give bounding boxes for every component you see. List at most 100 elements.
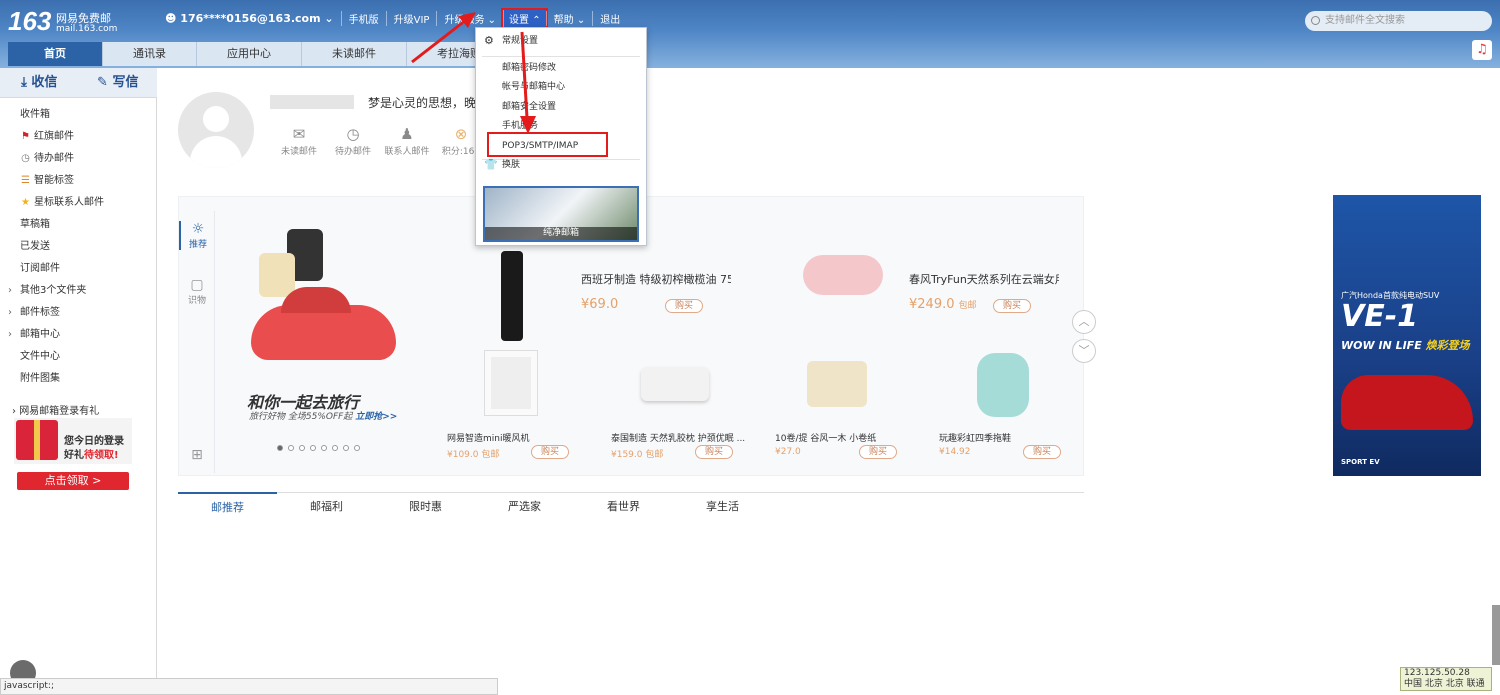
folder-mail-center[interactable]: › 邮箱中心 (0, 324, 157, 346)
stat-contacts[interactable]: ♟ 联系人邮件 (380, 124, 434, 157)
settings-menu[interactable]: 设置 ⌃ (501, 7, 548, 29)
menu-account-center[interactable]: 帐号与邮箱中心 (476, 78, 646, 96)
folder-mail-tags[interactable]: › 邮件标签 (0, 302, 157, 324)
chevron-right-icon: › (8, 285, 12, 296)
buy-button[interactable]: 购买 (1023, 445, 1061, 459)
chevron-right-icon: › (8, 329, 12, 340)
scroll-down-icon[interactable]: ﹀ (1072, 339, 1096, 363)
help-menu[interactable]: 帮助 ⌄ (545, 10, 593, 26)
subtab-recommend[interactable]: 邮推荐 (178, 492, 277, 518)
ad-car-image (1341, 375, 1473, 430)
carousel-dot[interactable] (321, 445, 327, 451)
subtab-welfare[interactable]: 邮福利 (277, 493, 376, 518)
buy-button[interactable]: 购买 (859, 445, 897, 459)
sidebar: ⤓ 收信 ✎ 写信 收件箱 ⚑ 红旗邮件 ◷ 待办邮件 ☰ 智能标签 ★ 星标联系人邮件… (0, 68, 157, 695)
skin-thumbnail[interactable]: 纯净邮箱 (483, 186, 639, 242)
product-card[interactable]: 网易智造mini暖风机 ¥109.0 包邮 购买 (447, 347, 597, 467)
scrollbar[interactable] (1492, 605, 1500, 665)
car-image (251, 287, 396, 360)
receive-button[interactable]: ⤓ 收信 (0, 68, 79, 97)
browser-status-bar: javascript:; (0, 678, 498, 695)
subtab-limited[interactable]: 限时惠 (376, 493, 475, 518)
tab-home[interactable]: 首页 (8, 42, 103, 66)
stats-row: ✉ 未读邮件 ◷ 待办邮件 ♟ 联系人邮件 ⊗ 积分:168 (272, 124, 488, 157)
honda-ad[interactable]: 广汽Honda首款纯电动SUV VE-1 WOW IN LIFE 焕彩登场 SP… (1333, 195, 1481, 476)
scroll-up-icon[interactable]: ︿ (1072, 310, 1096, 334)
logo[interactable]: 163 网易免费邮 mail.163.com (8, 6, 117, 37)
carousel-dot[interactable] (343, 445, 349, 451)
skin-caption: 纯净邮箱 (485, 227, 637, 240)
menu-security[interactable]: 邮箱安全设置 (476, 98, 646, 116)
carousel-dot[interactable] (288, 445, 294, 451)
product-name: 春风TryFun天然系列在云端女用... (909, 273, 1059, 286)
folder-file-center[interactable]: 文件中心 (0, 346, 157, 368)
product-name: 网易智造mini暖风机 (447, 434, 530, 444)
subtab-yanxuan[interactable]: 严选家 (475, 493, 574, 518)
folder-other[interactable]: › 其他3个文件夹 (0, 280, 157, 302)
cloud-image (803, 255, 883, 295)
folder-smart-tags[interactable]: ☰ 智能标签 (0, 170, 157, 192)
slippers-image (977, 353, 1029, 417)
buy-now-link[interactable]: 立即抢>> (355, 412, 397, 422)
download-icon: ⤓ (21, 75, 32, 90)
buy-button[interactable]: 购买 (531, 445, 569, 459)
folder-flagged[interactable]: ⚑ 红旗邮件 (0, 126, 157, 148)
motto-text: 梦是心灵的思想，晚 (368, 96, 477, 110)
subtab-life[interactable]: 享生活 (673, 493, 772, 518)
stat-unread[interactable]: ✉ 未读邮件 (272, 124, 326, 157)
side-tab-identify[interactable]: ▢ 识物 (179, 277, 215, 306)
folder-drafts[interactable]: 草稿箱 (0, 214, 157, 236)
folder-sent[interactable]: 已发送 (0, 236, 157, 258)
folder-subscriptions[interactable]: 订阅邮件 (0, 258, 157, 280)
chevron-right-icon: › (8, 307, 12, 318)
star-icon: ★ (21, 197, 30, 208)
account-menu[interactable]: ☻ 176****0156@163.com ⌄ (158, 12, 341, 25)
tab-contacts[interactable]: 通讯录 (103, 42, 197, 66)
product-card[interactable]: 10卷/提 谷风一木 小卷纸 ¥27.0 购买 (775, 347, 925, 467)
write-button[interactable]: ✎ 写信 (79, 68, 158, 97)
stat-todo[interactable]: ◷ 待办邮件 (326, 124, 380, 157)
gift-box-icon[interactable]: ⊞ (179, 447, 215, 463)
search-input[interactable]: 支持邮件全文搜索 (1305, 11, 1492, 31)
product-card[interactable]: 玩趣彩虹四季拖鞋 ¥14.92 购买 (939, 347, 1089, 467)
avatar[interactable] (178, 92, 254, 168)
olive-oil-image (501, 251, 523, 341)
folder-inbox[interactable]: 收件箱 (0, 104, 157, 126)
folder-todo[interactable]: ◷ 待办邮件 (0, 148, 157, 170)
carousel-dot[interactable] (277, 445, 283, 451)
carousel-dot[interactable] (310, 445, 316, 451)
product-card[interactable]: 泰国制造 天然乳胶枕 护颈优眠 ... ¥159.0 包邮 购买 (611, 347, 761, 467)
chevron-down-icon: ⌄ (576, 14, 586, 26)
chevron-down-icon: ⌄ (324, 11, 334, 25)
carousel-dot[interactable] (332, 445, 338, 451)
travel-banner[interactable]: 和你一起去旅行 旅行好物 全场55%OFF起 立即抢>> (237, 217, 412, 427)
product-price: ¥109.0 包邮 (447, 450, 500, 460)
buy-button[interactable]: 购买 (993, 299, 1031, 313)
menu-skin[interactable]: 👕 换肤 (476, 156, 646, 174)
product-name: 西班牙制造 特级初榨橄榄油 750... (581, 273, 731, 286)
folder-attachments[interactable]: 附件图集 (0, 368, 157, 390)
music-icon[interactable]: ♫ (1472, 40, 1492, 60)
buy-button[interactable]: 购买 (665, 299, 703, 313)
login-gift-promo[interactable]: › 网易邮箱登录有礼 您今日的登录 好礼待领取! 点击领取 > (12, 402, 137, 497)
subtab-world[interactable]: 看世界 (574, 493, 673, 518)
carousel-dot[interactable] (299, 445, 305, 451)
folder-star-contacts[interactable]: ★ 星标联系人邮件 (0, 192, 157, 214)
side-tab-recommend[interactable]: ☼ 推荐 (179, 221, 215, 250)
mobile-link[interactable]: 手机版 (340, 10, 386, 26)
general-settings[interactable]: ⚙ 常规设置 (476, 32, 646, 50)
carousel-dots (277, 445, 360, 451)
menu-password[interactable]: 邮箱密码修改 (476, 59, 646, 77)
tab-apps[interactable]: 应用中心 (197, 42, 302, 66)
contact-star-icon: ♟ (400, 125, 414, 143)
banner-subtitle: 旅行好物 全场55%OFF起 立即抢>> (249, 412, 398, 422)
claim-button[interactable]: 点击领取 > (17, 472, 129, 490)
carousel-dot[interactable] (354, 445, 360, 451)
content-subtabs: 邮推荐 邮福利 限时惠 严选家 看世界 享生活 (178, 492, 1084, 518)
logout-link[interactable]: 退出 (592, 10, 627, 26)
product-card[interactable]: 春风TryFun天然系列在云端女用... ¥249.0 包邮 购买 (803, 227, 1059, 347)
buy-button[interactable]: 购买 (695, 445, 733, 459)
scan-icon: ▢ (190, 277, 204, 293)
tab-unread[interactable]: 未读邮件 (302, 42, 407, 66)
ad-slogan: WOW IN LIFE 焕彩登场 (1341, 339, 1470, 352)
